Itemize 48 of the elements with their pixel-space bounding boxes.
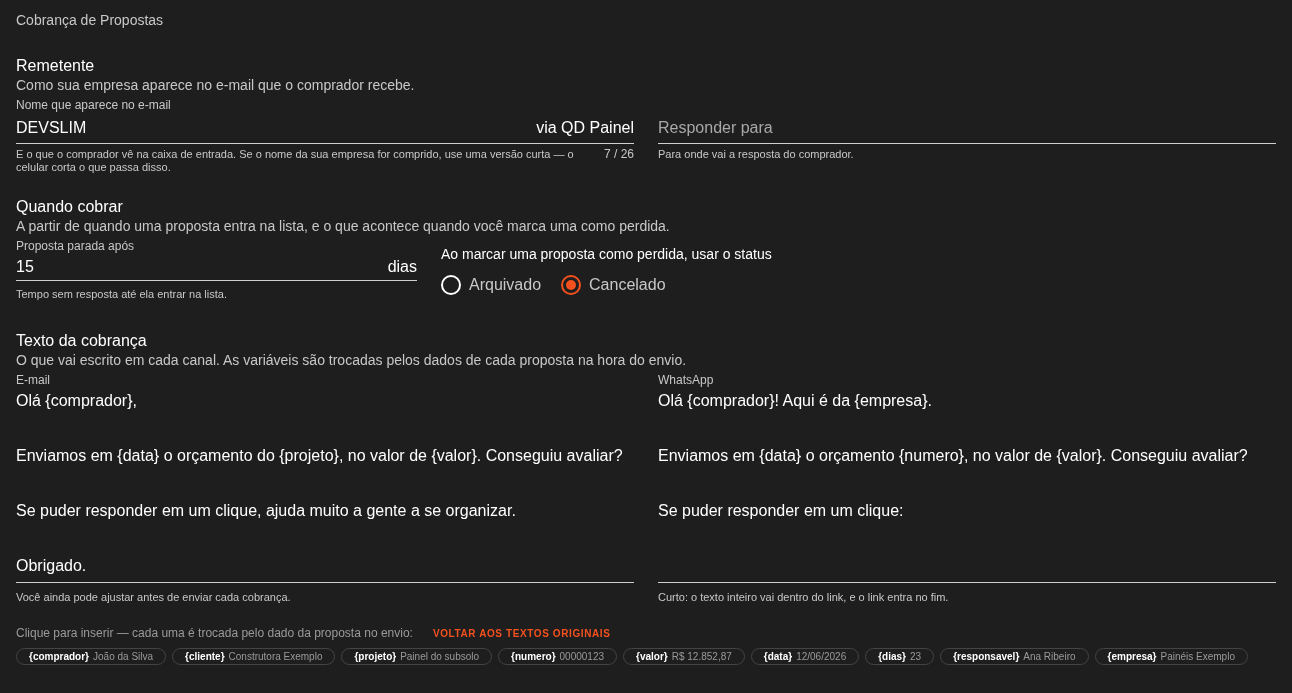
section-heading: Texto da cobrança [16,331,148,351]
variable-name: {comprador} [29,651,89,662]
radio-group-label: Ao marcar uma proposta como perdida, usar o status [441,245,772,263]
status-radio[interactable]: Cancelado [561,273,666,297]
variable-example: 23 [910,651,922,662]
variable-example: 12/06/2026 [796,651,847,662]
field-suffix: dias [387,256,417,277]
section-heading: Remetente [16,56,96,76]
variable-example: Painéis Exemplo [1160,651,1235,662]
variable-example: Painel do subsolo [400,651,480,662]
variable-name: {responsavel} [953,651,1020,662]
variable-name: {numero} [511,651,556,662]
field-label: E-mail [16,373,51,387]
variable-name: {data} [763,651,793,662]
field-hint: E o que o comprador vê na caixa de entrada. Se o nome da sua empresa for comprido, use uma versão curta — o celular corta o que passa disso. [16,148,575,174]
message-field[interactable]: Olá {comprador}! Aqui é da {empresa}. Enviamos em {data} o orçamento {numero}, no valor de {valor}. Conseguiu avaliar? Se puder responder em um clique: [658,387,1276,583]
name-field[interactable]: DEVSLIM via QD Painel [16,112,634,144]
field-hint: Curto: o texto inteiro vai dentro do link, e o link entra no fim. [658,591,950,604]
variable-example: Construtora Exemplo [228,651,323,662]
variable-example: 00000123 [559,651,605,662]
field-hint: Para onde vai a resposta do comprador. [658,148,855,161]
reset-texts-link[interactable]: VOLTAR AOS TEXTOS ORIGINAIS [432,625,611,641]
radio-indicator[interactable] [561,275,582,295]
field-suffix: via QD Painel [536,117,634,138]
field-label: WhatsApp [658,373,715,387]
section-description: A partir de quando uma proposta entra na lista, e o que acontece quando você marca uma como perdida. [16,217,671,235]
variable-name: {empresa} [1107,651,1157,662]
field-hint: Tempo sem resposta até ela entrar na lista. [16,288,228,301]
variable-example: Ana Ribeiro [1023,651,1076,662]
page-title: Cobrança de Propostas [16,11,165,30]
field-hint: Você ainda pode ajustar antes de enviar cada cobrança. [16,591,292,604]
variable-name: {cliente} [185,651,225,662]
character-counter: 7 / 26 [603,148,634,163]
section-description: O que vai escrito em cada canal. As variáveis são trocadas pelos dados de cada proposta na hora do envio. [16,351,688,369]
status-radio[interactable]: Arquivado [441,273,542,297]
variable-name: {valor} [636,651,668,662]
variable-name: {dias} [878,651,906,662]
days-field[interactable]: 15 dias [16,253,417,281]
insert-hint: Clique para inserir — cada uma é trocada pelo dado da proposta no envio: [16,625,413,642]
variable-example: João da Silva [93,651,154,662]
section-heading: Quando cobrar [16,197,124,217]
field-label: Nome que aparece no e-mail [16,98,172,112]
reply-to-field[interactable]: Responder para [658,112,1276,144]
variable-example: R$ 12.852,87 [671,651,732,662]
section-description: Como sua empresa aparece no e-mail que o comprador recebe. [16,76,416,94]
field-label: Proposta parada após [16,239,136,253]
variable-name: {projeto} [354,651,397,662]
message-field[interactable]: Olá {comprador}, Enviamos em {data} o orçamento do {projeto}, no valor de {valor}. Conseguiu avaliar? Se puder responder em um clique, ajuda muito a gente a se organizar. Obrigado. [16,387,634,583]
